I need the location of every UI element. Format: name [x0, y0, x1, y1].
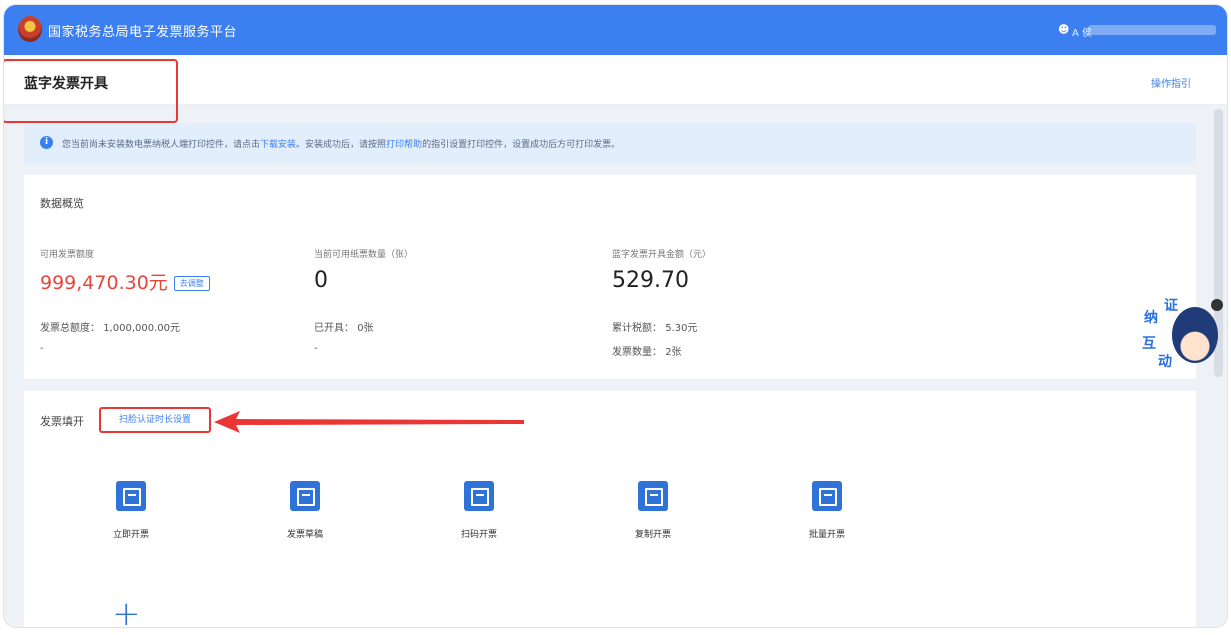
notice-text-part: 您当前尚未安装数电票纳税人端打印控件，请点击: [62, 140, 261, 150]
title-highlight-box: [4, 59, 178, 123]
mascot-widget[interactable]: 纳 证 互 动: [1138, 295, 1222, 375]
tax-value: 5.30元: [665, 323, 698, 334]
draft-icon: [290, 481, 320, 511]
app-window: 国家税务总局电子发票服务平台 ☻ A 侯 蓝字发票开具 操作指引 i 您当前尚未…: [4, 5, 1227, 627]
tile-label: 发票草稿: [286, 530, 323, 540]
tile-draft[interactable]: 发票草稿: [218, 463, 392, 557]
download-link[interactable]: 下载安装: [260, 140, 296, 150]
add-icon[interactable]: +: [112, 597, 141, 627]
tile-copy-issue[interactable]: 复制开票: [566, 463, 740, 557]
blue-amount-value: 529.70: [612, 268, 689, 293]
total-quota: 发票总额度： 1,000,000.00元: [40, 319, 180, 334]
dash-placeholder: -: [40, 343, 44, 354]
available-quota-value: 999,470.30元 去调整: [40, 268, 210, 295]
qr-icon: [464, 481, 494, 511]
guide-link[interactable]: 操作指引: [1151, 75, 1191, 90]
notice-banner: i 您当前尚未安装数电票纳税人端打印控件，请点击下载安装。安装成功后，请按照打印…: [24, 123, 1196, 163]
paper-count: 当前可用纸票数量（张） 0: [314, 247, 413, 293]
copy-icon: [638, 481, 668, 511]
mascot-char: 互: [1142, 336, 1156, 352]
issued-value: 0张: [357, 323, 374, 334]
tile-label: 批量开票: [808, 530, 845, 540]
tile-scan-issue[interactable]: 扫码开票: [392, 463, 566, 557]
available-quota-label: 可用发票额度: [40, 250, 95, 260]
mascot-char: 动: [1158, 354, 1172, 370]
arrow-shape: [214, 411, 524, 433]
mascot-avatar-icon: [1172, 307, 1218, 363]
invoice-icon: [116, 481, 146, 511]
available-quota-amount: 999,470.30元: [40, 272, 168, 294]
annotation-arrow: [214, 411, 524, 433]
user-icon[interactable]: ☻: [1058, 23, 1069, 36]
top-bar: 国家税务总局电子发票服务平台 ☻ A 侯: [4, 5, 1227, 55]
face-auth-setting-link[interactable]: 扫脸认证时长设置: [99, 407, 211, 433]
invoice-count: 发票数量： 2张: [612, 343, 682, 358]
mascot-char: 证: [1164, 298, 1178, 314]
issued-count: 已开具： 0张: [314, 319, 374, 334]
tax-emblem-icon: [18, 16, 42, 42]
data-overview-card: 数据概览 可用发票额度 999,470.30元 去调整 发票总额度： 1,000,…: [24, 175, 1196, 379]
issue-title: 发票填开: [40, 415, 84, 428]
tax-label: 累计税额：: [612, 323, 662, 334]
tile-label: 扫码开票: [460, 530, 497, 540]
issued-label: 已开具：: [314, 323, 354, 334]
blue-amount: 蓝字发票开具金额（元） 529.70: [612, 247, 711, 293]
site-title: 国家税务总局电子发票服务平台: [48, 25, 238, 40]
blue-amount-label: 蓝字发票开具金额（元）: [612, 250, 712, 260]
paper-count-label: 当前可用纸票数量（张）: [314, 250, 414, 260]
notice-text-part: 的指引设置打印控件，设置成功后方可打印发票。: [422, 140, 621, 150]
paper-count-value: 0: [314, 268, 328, 293]
batch-icon: [812, 481, 842, 511]
total-quota-label: 发票总额度：: [40, 323, 100, 334]
overview-title: 数据概览: [40, 197, 84, 210]
tax-total: 累计税额： 5.30元: [612, 319, 697, 334]
adjust-button[interactable]: 去调整: [173, 276, 210, 291]
mascot-char: 纳: [1144, 310, 1158, 326]
print-help-link[interactable]: 打印帮助: [386, 140, 422, 150]
tile-label: 立即开票: [112, 530, 149, 540]
notice-text-part: 。安装成功后，请按照: [296, 140, 387, 150]
user-name-redacted: [1088, 25, 1216, 35]
invoice-count-value: 2张: [665, 347, 682, 358]
available-quota: 可用发票额度 999,470.30元 去调整: [40, 247, 210, 295]
total-quota-value: 1,000,000.00元: [103, 323, 180, 334]
page-title-bar: 蓝字发票开具 操作指引: [4, 55, 1227, 123]
notice-text: 您当前尚未安装数电票纳税人端打印控件，请点击下载安装。安装成功后，请按照打印帮助…: [62, 137, 620, 150]
tile-batch-issue[interactable]: 批量开票: [740, 463, 914, 557]
tile-label: 复制开票: [634, 530, 671, 540]
tile-issue-now[interactable]: 立即开票: [44, 463, 218, 557]
info-icon: i: [40, 136, 53, 149]
invoice-count-label: 发票数量：: [612, 347, 662, 358]
invoice-issue-card: 发票填开 扫脸认证时长设置 立即开票 发票草稿 扫码开票 复制开票 批量开票 +: [24, 391, 1196, 627]
dash-placeholder: -: [314, 343, 318, 354]
